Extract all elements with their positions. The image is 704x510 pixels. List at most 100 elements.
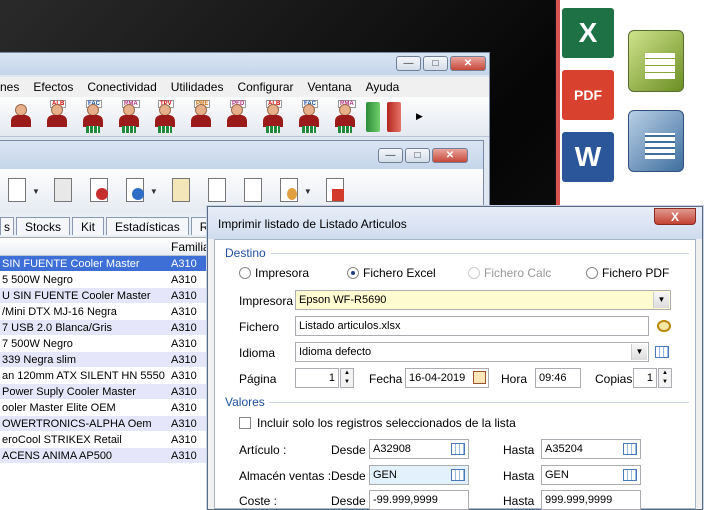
articulo-desde-lookup-icon[interactable] bbox=[451, 443, 465, 455]
menu-utilidades[interactable]: Utilidades bbox=[171, 80, 224, 94]
toolbar-scroll-icon[interactable]: ▶ bbox=[416, 111, 423, 122]
close-button[interactable]: ✕ bbox=[450, 56, 486, 71]
coste-label: Coste : bbox=[239, 494, 278, 508]
pagina-spinner[interactable]: ▲ ▼ bbox=[340, 368, 354, 388]
table-row[interactable]: 5 500W Negro A310 bbox=[0, 272, 210, 288]
pdf-icon: PDF bbox=[562, 70, 614, 120]
tab-partial[interactable]: s bbox=[0, 217, 14, 235]
table-row[interactable]: an 120mm ATX SILENT HN 5550 2(A310 bbox=[0, 368, 210, 384]
user-icon[interactable] bbox=[6, 100, 35, 134]
copias-spinner[interactable]: ▲ ▼ bbox=[658, 368, 672, 388]
document-export-icon[interactable] bbox=[204, 176, 230, 206]
calendar-icon[interactable] bbox=[473, 371, 486, 384]
presupuesto-button[interactable]: PRE bbox=[186, 99, 215, 134]
pdf-icon-letter: PDF bbox=[574, 87, 602, 103]
print-list-icon[interactable] bbox=[276, 176, 302, 206]
radio-fichero-pdf[interactable]: Fichero PDF bbox=[586, 266, 669, 280]
copias-input[interactable]: 1 bbox=[633, 368, 657, 388]
tab-stocks[interactable]: Stocks bbox=[16, 217, 71, 235]
refresh-red-icon[interactable] bbox=[86, 176, 112, 206]
table-row[interactable]: U SIN FUENTE Cooler Master A310 bbox=[0, 288, 210, 304]
table-row[interactable]: Power Suply Cooler Master A310 bbox=[0, 384, 210, 400]
cell-familia: A310 bbox=[171, 418, 197, 430]
almacen-hasta-lookup-icon[interactable] bbox=[623, 469, 637, 481]
table-row[interactable]: 7 USB 2.0 Blanca/Gris A310 bbox=[0, 320, 210, 336]
table-row[interactable]: ACENS ANIMA AP500 A310 bbox=[0, 448, 210, 464]
almacen-desde-label: Desde bbox=[331, 469, 366, 483]
printer-icon[interactable] bbox=[50, 176, 76, 206]
table-row[interactable]: 7 500W Negro A310 bbox=[0, 336, 210, 352]
menu-efectos[interactable]: Efectos bbox=[33, 80, 73, 94]
refresh-blue-icon[interactable] bbox=[122, 176, 148, 206]
table-row[interactable]: OWERTRONICS-ALPHA Oem A310 bbox=[0, 416, 210, 432]
factura-button[interactable]: FAC bbox=[78, 99, 107, 134]
almacen-desde-lookup-icon[interactable] bbox=[451, 469, 465, 481]
document-list-icon[interactable] bbox=[168, 176, 194, 206]
radio-impresora[interactable]: Impresora bbox=[239, 266, 309, 280]
dialog-body: Destino Impresora Fichero Excel Fichero … bbox=[214, 239, 696, 510]
column-header-familia[interactable]: Familia bbox=[171, 240, 210, 254]
menu-conectividad[interactable]: Conectividad bbox=[87, 80, 156, 94]
almacen-label: Almacén ventas : bbox=[239, 469, 332, 483]
articles-minimize-button[interactable]: — bbox=[378, 148, 403, 163]
fichero-input[interactable]: Listado articulos.xlsx bbox=[295, 316, 649, 336]
cell-familia: A310 bbox=[171, 402, 197, 414]
impresora-select[interactable]: Epson WF-R5690 ▼ bbox=[295, 290, 671, 310]
cell-familia: A310 bbox=[171, 290, 197, 302]
albaran-button[interactable]: ALB bbox=[42, 99, 71, 134]
tool-icon[interactable] bbox=[4, 176, 30, 206]
cell-description: Power Suply Cooler Master bbox=[2, 386, 136, 398]
pagina-value: 1 bbox=[328, 372, 335, 384]
articles-maximize-button[interactable]: □ bbox=[405, 148, 430, 163]
table-row[interactable]: SIN FUENTE Cooler Master A310 bbox=[0, 256, 210, 272]
radio-fichero-calc[interactable]: Fichero Calc bbox=[468, 266, 551, 280]
articulo-hasta-lookup-icon[interactable] bbox=[623, 443, 637, 455]
rma-compra-button[interactable]: RMA bbox=[330, 99, 359, 134]
browse-file-icon[interactable] bbox=[657, 320, 671, 332]
table-row[interactable]: 339 Negra slim A310 bbox=[0, 352, 210, 368]
tab-kit[interactable]: Kit bbox=[72, 217, 105, 235]
cell-familia: A310 bbox=[171, 258, 197, 270]
radio-fichero-excel[interactable]: Fichero Excel bbox=[347, 266, 436, 280]
factura-compra-button[interactable]: FAC bbox=[294, 99, 323, 134]
table-row[interactable]: ooler Master Elite OEM A310 bbox=[0, 400, 210, 416]
delete-document-icon[interactable] bbox=[322, 176, 348, 206]
coste-desde-input[interactable]: -99.999,9999 bbox=[369, 490, 469, 510]
table-row[interactable]: eroCool STRIKEX Retail A310 bbox=[0, 432, 210, 448]
rma-button[interactable]: RMA bbox=[114, 99, 143, 134]
almacen-hasta-label: Hasta bbox=[503, 469, 535, 483]
red-binder-icon[interactable] bbox=[387, 101, 401, 132]
chevron-down-icon[interactable]: ▼ bbox=[653, 292, 669, 308]
hora-input[interactable]: 09:46 bbox=[535, 368, 581, 388]
chevron-down-icon[interactable]: ▼ bbox=[631, 344, 647, 360]
pedido-button[interactable]: PED bbox=[222, 99, 251, 134]
idioma-grid-icon[interactable] bbox=[655, 346, 669, 358]
chevron-down-icon[interactable]: ▼ bbox=[32, 187, 40, 196]
green-binder-icon[interactable] bbox=[366, 101, 380, 132]
main-window-titlebar[interactable]: — □ ✕ bbox=[0, 53, 489, 75]
articles-close-button[interactable]: ✕ bbox=[432, 148, 468, 163]
maximize-button[interactable]: □ bbox=[423, 56, 448, 71]
pagina-input[interactable]: 1 bbox=[295, 368, 339, 388]
table-row[interactable]: /Mini DTX MJ-16 Negra A310 bbox=[0, 304, 210, 320]
chevron-down-icon[interactable]: ▼ bbox=[150, 187, 158, 196]
minimize-button[interactable]: — bbox=[396, 56, 421, 71]
radio-fichero-excel-label: Fichero Excel bbox=[363, 266, 436, 280]
tab-estadisticas[interactable]: Estadísticas bbox=[106, 217, 189, 235]
menu-item[interactable]: nes bbox=[0, 80, 19, 94]
articles-window-titlebar[interactable]: — □ ✕ bbox=[0, 141, 483, 169]
dialog-title: Imprimir listado de Listado Articulos bbox=[218, 217, 407, 231]
word-icon: W bbox=[562, 132, 614, 182]
idioma-select[interactable]: Idioma defecto ▼ bbox=[295, 342, 649, 362]
incluir-checkbox[interactable] bbox=[239, 417, 251, 429]
tpv-button[interactable]: TPV bbox=[150, 99, 179, 134]
menu-configurar[interactable]: Configurar bbox=[237, 80, 293, 94]
dialog-titlebar[interactable]: Imprimir listado de Listado Articulos X bbox=[208, 207, 702, 239]
dialog-close-button[interactable]: X bbox=[654, 208, 696, 225]
coste-hasta-input[interactable]: 999.999,9999 bbox=[541, 490, 641, 510]
chevron-down-icon[interactable]: ▼ bbox=[304, 187, 312, 196]
document-print-icon[interactable] bbox=[240, 176, 266, 206]
menu-ayuda[interactable]: Ayuda bbox=[366, 80, 400, 94]
albaran-compra-button[interactable]: ALB bbox=[258, 99, 287, 134]
menu-ventana[interactable]: Ventana bbox=[308, 80, 352, 94]
